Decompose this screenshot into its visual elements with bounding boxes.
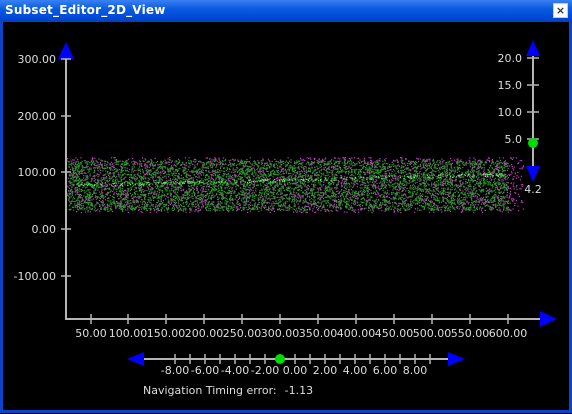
timing-tick-label: 2.00 [313, 364, 338, 377]
zoom-slider-knob[interactable] [528, 138, 538, 148]
timing-slider[interactable]: -8.00 -6.00 -4.00 -2.00 0.00 2.00 4.00 6… [127, 352, 465, 397]
y-tick-label: -100.00 [14, 270, 56, 283]
x-tick-label: 200.00 [185, 327, 224, 340]
y-tick-label: 300.00 [18, 53, 57, 66]
timing-tick-label: 6.00 [373, 364, 398, 377]
close-button[interactable]: × [553, 3, 568, 18]
close-icon: × [555, 4, 566, 17]
x-tick-label: 250.00 [223, 327, 262, 340]
zoom-tick-label: 20.0 [498, 52, 523, 65]
timing-error-value: -1.13 [285, 384, 313, 397]
x-axis-right-arrow-icon[interactable] [540, 311, 557, 327]
zoom-up-arrow-icon[interactable] [526, 40, 540, 56]
timing-tick-label: -2.00 [251, 364, 279, 377]
zoom-tick-label: 15.0 [498, 79, 523, 92]
x-tick-label: 550.00 [451, 327, 490, 340]
x-tick-label: 400.00 [337, 327, 376, 340]
x-tick-label: 100.00 [109, 327, 148, 340]
y-tick-label: 100.00 [18, 166, 57, 179]
timing-tick-label: -4.00 [221, 364, 249, 377]
zoom-tick-label: 10.0 [498, 106, 523, 119]
plot-canvas[interactable]: 300.00 200.00 100.00 0.00 -100.00 50.00 … [3, 22, 569, 410]
x-axis: 50.00 100.00 150.00 200.00 250.00 300.00… [66, 311, 557, 340]
timing-error-text: Navigation Timing error: [143, 384, 277, 397]
timing-right-arrow-icon[interactable] [448, 352, 465, 366]
x-tick-label: 50.00 [75, 327, 107, 340]
x-tick-label: 150.00 [147, 327, 186, 340]
timing-tick-label: 8.00 [403, 364, 428, 377]
subset-editor-window: Subset_Editor_2D_View × 300.00 200.00 10 [0, 0, 572, 413]
x-tick-label: 450.00 [375, 327, 414, 340]
timing-slider-knob[interactable] [275, 354, 285, 364]
timing-left-arrow-icon[interactable] [127, 352, 144, 366]
y-tick-label: 200.00 [18, 110, 57, 123]
timing-tick-label: 4.00 [343, 364, 368, 377]
timing-error-label: Navigation Timing error: -1.13 [143, 384, 313, 397]
scatter-points [65, 157, 525, 214]
zoom-slider[interactable]: 20.0 15.0 10.0 5.0 4.2 [498, 40, 542, 196]
x-tick-label: 300.00 [261, 327, 300, 340]
y-tick-label: 0.00 [32, 223, 57, 236]
zoom-value-label: 4.2 [524, 183, 542, 196]
x-tick-label: 500.00 [413, 327, 452, 340]
y-axis-up-arrow-icon[interactable] [58, 42, 74, 59]
timing-tick-label: 0.00 [283, 364, 308, 377]
x-tick-label: 600.00 [489, 327, 528, 340]
zoom-down-arrow-icon[interactable] [526, 166, 540, 182]
y-axis: 300.00 200.00 100.00 0.00 -100.00 [14, 42, 74, 320]
window-title: Subset_Editor_2D_View [5, 3, 166, 17]
title-bar[interactable]: Subset_Editor_2D_View × [0, 0, 572, 22]
timing-tick-label: -8.00 [161, 364, 189, 377]
timing-tick-label: -6.00 [191, 364, 219, 377]
x-tick-label: 350.00 [299, 327, 338, 340]
zoom-tick-label: 5.0 [505, 133, 523, 146]
